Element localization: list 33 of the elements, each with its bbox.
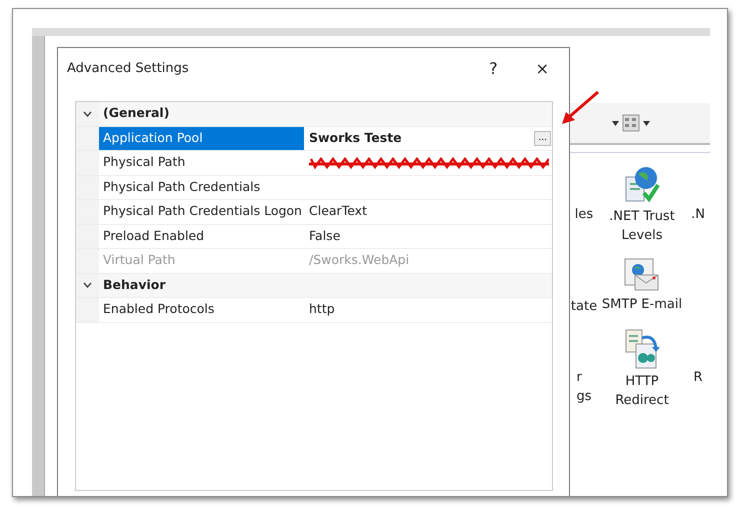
- chevron-down-icon[interactable]: [83, 282, 92, 288]
- browse-button[interactable]: ...: [534, 130, 551, 146]
- property-value: /Sworks.WebApi: [309, 251, 410, 270]
- property-value: ClearText: [309, 202, 367, 220]
- property-name[interactable]: Physical Path Credentials: [99, 176, 304, 199]
- feature-label[interactable]: .NET Trust Levels: [599, 207, 685, 245]
- document-arrow-icon[interactable]: [624, 328, 660, 370]
- help-button[interactable]: ?: [489, 56, 498, 80]
- caret-icon[interactable]: [643, 120, 650, 126]
- feature-label[interactable]: HTTP Redirect: [599, 372, 685, 410]
- dialog-title: Advanced Settings: [67, 60, 189, 78]
- property-name[interactable]: Application Pool: [99, 126, 304, 150]
- chevron-down-icon[interactable]: [83, 110, 92, 117]
- annotation-arrow: [560, 90, 600, 126]
- property-name[interactable]: Physical Path Credentials Logon: [99, 200, 304, 224]
- feature-label[interactable]: r gs: [576, 368, 592, 406]
- feature-label[interactable]: R: [693, 368, 703, 387]
- property-value: http: [309, 300, 335, 318]
- feature-label[interactable]: tate: [570, 297, 598, 316]
- property-name[interactable]: Enabled Protocols: [99, 298, 304, 322]
- feature-label[interactable]: SMTP E-mail: [599, 295, 685, 314]
- feature-label[interactable]: les: [574, 205, 594, 224]
- caret-icon[interactable]: [612, 120, 619, 126]
- category-header[interactable]: Behavior: [99, 274, 552, 297]
- property-value: False: [309, 226, 340, 245]
- close-button[interactable]: ×: [536, 56, 549, 80]
- globe-document-check-icon[interactable]: [624, 165, 660, 205]
- envelope-globe-icon[interactable]: [624, 257, 660, 293]
- feature-label[interactable]: .N: [691, 205, 705, 224]
- property-name[interactable]: Physical Path: [99, 151, 304, 174]
- property-value: Sworks Teste: [309, 128, 402, 147]
- property-name[interactable]: Preload Enabled: [99, 224, 304, 248]
- category-header[interactable]: (General): [99, 102, 552, 126]
